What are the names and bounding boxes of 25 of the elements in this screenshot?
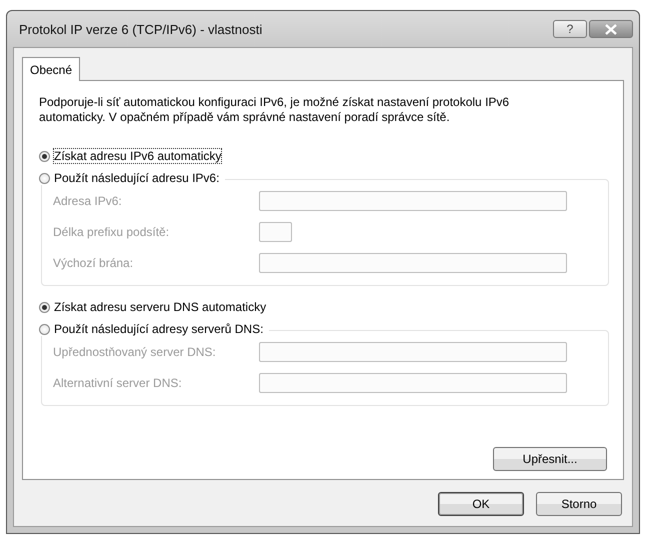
- radio-button[interactable]: [39, 302, 50, 312]
- close-button[interactable]: [589, 20, 633, 38]
- field-label: Délka prefixu podsítě:: [53, 224, 170, 238]
- radio-button[interactable]: [39, 172, 50, 184]
- field-label: Upřednostňovaný server DNS:: [53, 344, 217, 358]
- window-title: Protokol IP verze 6 (TCP/IPv6) - vlastnosti: [19, 22, 262, 36]
- field-label: Adresa IPv6:: [53, 194, 123, 208]
- input-field[interactable]: [259, 190, 567, 210]
- radio-button[interactable]: [39, 150, 50, 162]
- field-label: Alternativní server DNS:: [53, 376, 183, 390]
- input-field[interactable]: [259, 252, 567, 272]
- radio-label[interactable]: Získat adresu serveru DNS automaticky: [54, 300, 266, 314]
- close-icon: [604, 24, 618, 34]
- tab[interactable]: Obecné: [22, 57, 80, 81]
- advanced-button[interactable]: Upřesnit...: [493, 447, 607, 471]
- radio-button[interactable]: [39, 324, 50, 334]
- input-field[interactable]: [259, 222, 292, 242]
- description-text: Podporuje-li síť automatickou konfiguraci IPv6, je možné získat nastavení protokolu IPv6 automaticky. V opačném případě vám správné nastavení poradí správce sítě.: [39, 95, 510, 125]
- radio-label[interactable]: Získat adresu IPv6 automaticky: [54, 149, 222, 163]
- input-field[interactable]: [259, 342, 567, 362]
- dialog-button[interactable]: OK: [438, 492, 524, 516]
- help-button[interactable]: ?: [553, 20, 587, 38]
- input-field[interactable]: [259, 372, 567, 392]
- dialog-button[interactable]: Storno: [536, 492, 622, 516]
- field-label: Výchozí brána:: [53, 256, 134, 270]
